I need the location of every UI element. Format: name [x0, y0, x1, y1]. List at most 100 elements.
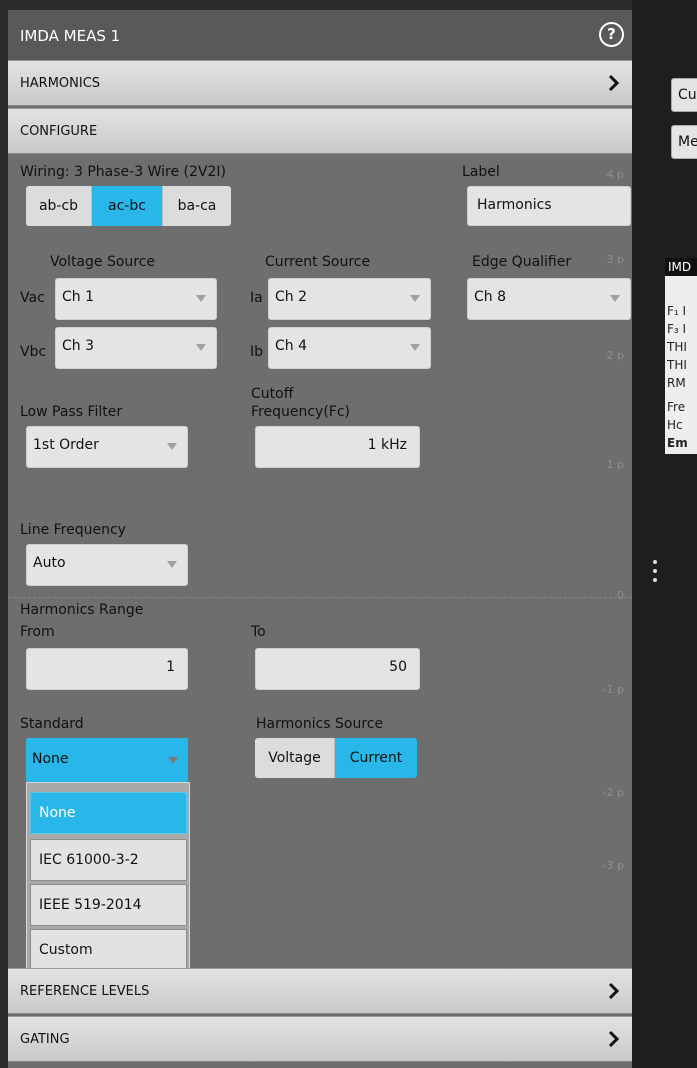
axis-tick: -3 p: [602, 859, 624, 872]
standard-option-ieee-519-2014[interactable]: IEEE 519-2014: [30, 884, 187, 926]
measurement-row: F₁ I: [667, 304, 687, 318]
right-pane-button-2-label: Me: [678, 134, 697, 150]
axis-tick: -2 p: [602, 786, 624, 799]
edge-qualifier-heading: Edge Qualifier: [472, 254, 572, 270]
edge-qualifier-select[interactable]: Ch 8: [467, 278, 631, 320]
ib-source-select[interactable]: Ch 4: [268, 327, 431, 369]
vac-source-select[interactable]: Ch 1: [55, 278, 217, 320]
vac-prefix: Vac: [20, 290, 45, 306]
measurement-row: Hᴄ: [667, 418, 683, 432]
to-label: To: [251, 624, 266, 640]
standard-option-label: IEC 61000-3-2: [39, 852, 139, 868]
wiring-option-ac-bc[interactable]: ac-bc: [92, 186, 163, 226]
axis-tick: 3 p: [606, 253, 624, 266]
harmonics-source-current[interactable]: Current: [335, 738, 417, 778]
label-input-value: Harmonics: [477, 197, 552, 213]
harmonics-from-input[interactable]: 1: [26, 648, 188, 690]
standard-option-iec-61000-3-2[interactable]: IEC 61000-3-2: [30, 839, 187, 881]
panel-titlebar: IMDA MEAS 1 ?: [8, 10, 632, 60]
measurement-badge-header: IMD: [665, 258, 697, 276]
wiring-option-ba-ca[interactable]: ba-ca: [163, 186, 231, 226]
line-frequency-value: Auto: [33, 555, 66, 571]
standard-option-label: IEEE 519-2014: [39, 897, 142, 913]
measurement-row: F₃ I: [667, 322, 687, 336]
section-gating[interactable]: GATING: [8, 1016, 632, 1062]
panel-title: IMDA MEAS 1: [20, 27, 121, 45]
measurement-row: Fre: [667, 400, 686, 414]
harmonics-to-value: 50: [389, 659, 407, 675]
vbc-source-value: Ch 3: [62, 338, 95, 354]
harmonics-range-label: Harmonics Range: [20, 602, 144, 618]
axis-tick: 4 p: [606, 168, 624, 181]
standard-select[interactable]: None: [26, 738, 188, 782]
standard-option-none[interactable]: None: [30, 792, 187, 834]
chevron-right-icon: [608, 1030, 620, 1048]
vbc-prefix: Vbc: [20, 344, 47, 360]
standard-dropdown-list: None IEC 61000-3-2 IEEE 519-2014 Custom: [26, 782, 190, 972]
ia-prefix: Ia: [250, 290, 263, 306]
harmonics-to-input[interactable]: 50: [255, 648, 420, 690]
axis-tick: -1 p: [602, 683, 624, 696]
section-reference-levels-label: REFERENCE LEVELS: [20, 984, 150, 999]
ia-source-value: Ch 2: [275, 289, 308, 305]
harmonics-source-selector: Voltage Current: [255, 738, 417, 778]
cutoff-frequency-input[interactable]: 1 kHz: [255, 426, 420, 468]
section-harmonics-label: HARMONICS: [20, 76, 101, 91]
current-source-heading: Current Source: [265, 254, 371, 270]
harmonics-source-voltage[interactable]: Voltage: [255, 738, 335, 778]
line-frequency-label: Line Frequency: [20, 522, 126, 538]
imda-meas-panel: IMDA MEAS 1 ? HARMONICS CONFIGURE 4 p 3 …: [8, 10, 632, 1068]
chevron-down-icon: [196, 295, 206, 302]
chevron-down-icon: [167, 561, 177, 568]
standard-option-custom[interactable]: Custom: [30, 929, 187, 971]
standard-label: Standard: [20, 716, 84, 732]
chevron-down-icon: [610, 295, 620, 302]
axis-tick: 2 p: [606, 349, 624, 362]
label-input[interactable]: Harmonics: [467, 186, 631, 226]
chevron-right-icon: [608, 982, 620, 1000]
cutoff-frequency-value: 1 kHz: [367, 437, 407, 453]
harmonics-from-value: 1: [166, 659, 175, 675]
low-pass-filter-value: 1st Order: [33, 437, 99, 453]
cutoff-label-line2: Frequency(Fc): [251, 404, 350, 420]
chevron-down-icon: [167, 443, 177, 450]
wiring-option-ab-cb[interactable]: ab-cb: [26, 186, 92, 226]
panel-resize-handle[interactable]: [653, 560, 657, 586]
section-reference-levels[interactable]: REFERENCE LEVELS: [8, 968, 632, 1014]
section-configure-label: CONFIGURE: [20, 124, 98, 139]
chevron-down-icon: [168, 757, 178, 764]
chevron-down-icon: [410, 344, 420, 351]
harmonics-source-label: Harmonics Source: [256, 716, 384, 732]
measurement-row: RM: [667, 376, 686, 390]
right-pane: [632, 0, 697, 1068]
standard-option-label: Custom: [39, 942, 93, 958]
low-pass-filter-select[interactable]: 1st Order: [26, 426, 188, 468]
measurement-row: Em: [667, 436, 688, 450]
measurement-row: THI: [667, 358, 687, 372]
right-pane-button-1[interactable]: Cu: [671, 78, 697, 112]
label-heading: Label: [462, 164, 500, 180]
standard-option-label: None: [39, 805, 76, 821]
wiring-label: Wiring: 3 Phase-3 Wire (2V2I): [20, 164, 226, 180]
right-pane-button-1-label: Cu: [678, 87, 697, 103]
ib-source-value: Ch 4: [275, 338, 308, 354]
line-frequency-select[interactable]: Auto: [26, 544, 188, 586]
measurement-results-badge[interactable]: IMD F₁ I F₃ I THI THI RM Fre Hᴄ Em: [665, 258, 697, 454]
help-circle-icon[interactable]: ?: [599, 22, 624, 47]
edge-qualifier-value: Ch 8: [474, 289, 507, 305]
axis-tick: 1 p: [606, 458, 624, 471]
ia-source-select[interactable]: Ch 2: [268, 278, 431, 320]
cutoff-label-line1: Cutoff: [251, 386, 294, 402]
section-gating-label: GATING: [20, 1032, 70, 1047]
low-pass-filter-label: Low Pass Filter: [20, 404, 123, 420]
chevron-down-icon: [196, 344, 206, 351]
standard-select-value: None: [32, 751, 69, 767]
vac-source-value: Ch 1: [62, 289, 95, 305]
section-configure[interactable]: CONFIGURE: [8, 108, 632, 154]
voltage-source-heading: Voltage Source: [50, 254, 156, 270]
ib-prefix: Ib: [250, 344, 264, 360]
zero-line: [8, 597, 632, 598]
section-harmonics[interactable]: HARMONICS: [8, 60, 632, 106]
right-pane-button-2[interactable]: Me: [671, 125, 697, 159]
vbc-source-select[interactable]: Ch 3: [55, 327, 217, 369]
